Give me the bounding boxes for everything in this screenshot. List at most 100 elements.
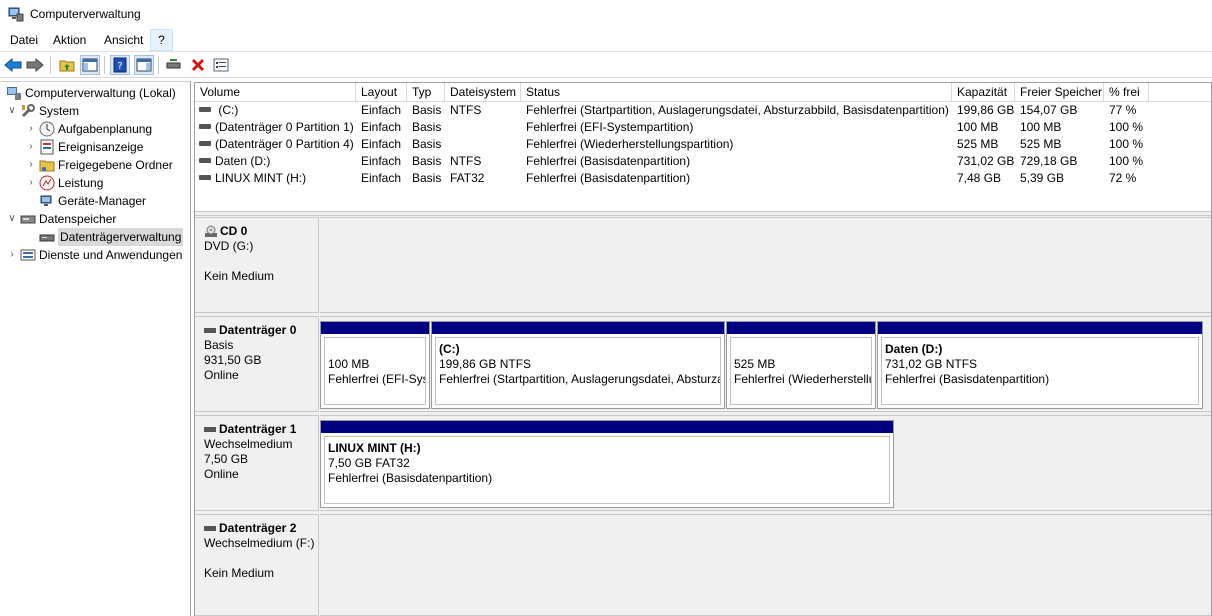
up-folder-icon[interactable]	[57, 55, 77, 75]
svg-text:?: ?	[117, 61, 122, 72]
column-header-typ[interactable]: Typ	[407, 83, 445, 102]
drive-icon	[199, 107, 211, 113]
disk-name: CD 0	[220, 224, 248, 238]
disk-icon	[204, 328, 216, 333]
table-row[interactable]: LINUX MINT (H:) Einfach Basis FAT32 Fehl…	[195, 170, 1211, 187]
chevron-right-icon[interactable]: ›	[25, 174, 37, 192]
tree-item-datenspeicher[interactable]: ∨ Datenspeicher	[6, 210, 116, 228]
table-row[interactable]: (Datenträger 0 Partition 1) Einfach Basi…	[195, 119, 1211, 136]
disk-status: Online	[204, 467, 239, 481]
menu-ansicht[interactable]: Ansicht	[101, 32, 146, 49]
back-icon[interactable]	[3, 55, 23, 75]
table-row[interactable]: (C:) Einfach Basis NTFS Fehlerfrei (Star…	[195, 102, 1211, 119]
toolbar: ?	[0, 52, 1212, 78]
tree-item-datentraegerverwaltung[interactable]: Datenträgerverwaltung	[25, 228, 184, 246]
menu-datei[interactable]: Datei	[7, 32, 41, 49]
disk-label[interactable]: CD 0 DVD (G:) Kein Medium	[195, 217, 319, 313]
table-row[interactable]: (Datenträger 0 Partition 4) Einfach Basi…	[195, 136, 1211, 153]
show-hide-action-pane-icon[interactable]	[134, 55, 154, 75]
forward-icon[interactable]	[25, 55, 45, 75]
column-header-layout[interactable]: Layout	[356, 83, 407, 102]
disk-icon	[204, 526, 216, 531]
disk-icon	[204, 427, 216, 432]
chevron-down-icon[interactable]: ∨	[6, 102, 18, 120]
disk-label[interactable]: Datenträger 1 Wechselmedium 7,50 GB Onli…	[195, 415, 319, 511]
navigation-tree: Computerverwaltung (Lokal) ∨ System › Au…	[0, 81, 191, 616]
column-header-kapazitaet[interactable]: Kapazität	[952, 83, 1015, 102]
tree-label: Computerverwaltung (Lokal)	[25, 86, 176, 100]
chevron-right-icon[interactable]: ›	[6, 246, 18, 264]
disk-label[interactable]: Datenträger 2 Wechselmedium (F:) Kein Me…	[195, 514, 319, 616]
tree-label: Freigegebene Ordner	[58, 158, 173, 172]
event-viewer-icon	[40, 139, 54, 155]
disk-status: Kein Medium	[204, 566, 275, 580]
computer-management-icon	[8, 7, 24, 22]
services-icon	[20, 249, 36, 261]
tree-label: Aufgabenplanung	[58, 122, 153, 136]
clock-icon	[39, 121, 55, 137]
delete-icon[interactable]	[188, 55, 208, 75]
menu-bar: Datei Aktion Ansicht ?	[0, 28, 1212, 52]
tree-item-aufgabenplanung[interactable]: › Aufgabenplanung	[25, 120, 152, 138]
column-header-status[interactable]: Status	[521, 83, 952, 102]
drive-icon	[199, 158, 211, 164]
disk-row-cd0: CD 0 DVD (G:) Kein Medium	[195, 217, 1211, 313]
disk-name: Datenträger 2	[219, 521, 297, 535]
tree-item-root[interactable]: Computerverwaltung (Lokal)	[4, 84, 176, 102]
volume-list: Volume Layout Typ Dateisystem Status Kap…	[195, 83, 1211, 211]
tree-item-ereignisanzeige[interactable]: › Ereignisanzeige	[25, 138, 143, 156]
partition-d[interactable]: Daten (D:) 731,02 GB NTFS Fehlerfrei (Ba…	[877, 321, 1203, 409]
tree-label: Datenträgerverwaltung	[58, 228, 184, 246]
disk-name: Datenträger 1	[219, 422, 297, 436]
properties-icon[interactable]	[211, 55, 231, 75]
tree-item-geraete-manager[interactable]: Geräte-Manager	[37, 192, 146, 210]
tree-item-system[interactable]: ∨ System	[6, 102, 79, 120]
storage-icon	[20, 215, 36, 224]
tree-label: Geräte-Manager	[58, 194, 147, 208]
tree-label: System	[39, 104, 80, 118]
disk-label[interactable]: Datenträger 0 Basis 931,50 GB Online	[195, 316, 319, 412]
column-header-dateisystem[interactable]: Dateisystem	[445, 83, 521, 102]
partition-h[interactable]: LINUX MINT (H:) 7,50 GB FAT32 Fehlerfrei…	[320, 420, 894, 508]
table-row[interactable]: Daten (D:) Einfach Basis NTFS Fehlerfrei…	[195, 153, 1211, 170]
disk-row-2: Datenträger 2 Wechselmedium (F:) Kein Me…	[195, 514, 1211, 616]
connect-drive-icon[interactable]	[164, 55, 184, 75]
tools-icon	[21, 104, 35, 118]
partition-recovery[interactable]: 525 MB Fehlerfrei (Wiederherstellungspar…	[726, 321, 876, 409]
disk-management-icon	[39, 234, 55, 242]
cd-drive-icon	[205, 225, 217, 237]
title-bar: Computerverwaltung	[0, 0, 1212, 28]
drive-icon	[199, 124, 211, 130]
column-header-prozent-frei[interactable]: % frei	[1104, 83, 1149, 102]
chevron-right-icon[interactable]: ›	[25, 120, 37, 138]
disk-name: Datenträger 0	[219, 323, 297, 337]
disk-graph-view: CD 0 DVD (G:) Kein Medium Datenträger 0 …	[195, 216, 1211, 616]
help-icon[interactable]: ?	[110, 55, 130, 75]
tree-item-dienste[interactable]: › Dienste und Anwendungen	[6, 246, 182, 264]
disk-status: Kein Medium	[204, 269, 275, 283]
chevron-right-icon[interactable]: ›	[25, 138, 37, 156]
device-manager-icon	[40, 195, 52, 206]
computer-management-icon	[7, 87, 21, 100]
tree-item-leistung[interactable]: › Leistung	[25, 174, 103, 192]
menu-aktion[interactable]: Aktion	[50, 32, 89, 49]
shared-folder-icon	[39, 160, 55, 172]
chevron-down-icon[interactable]: ∨	[6, 210, 18, 228]
disk-status: Online	[204, 368, 239, 382]
disk-row-0: Datenträger 0 Basis 931,50 GB Online 100…	[195, 316, 1211, 412]
performance-icon	[39, 175, 55, 191]
partition-efi[interactable]: 100 MB Fehlerfrei (EFI-Systempartition)	[320, 321, 430, 409]
drive-icon	[199, 175, 211, 181]
chevron-right-icon[interactable]: ›	[25, 156, 37, 174]
partition-c[interactable]: (C:) 199,86 GB NTFS Fehlerfrei (Startpar…	[431, 321, 725, 409]
disk-type: DVD (G:)	[204, 239, 254, 253]
column-header-volume[interactable]: Volume	[195, 83, 356, 102]
disk-management-pane: Volume Layout Typ Dateisystem Status Kap…	[194, 82, 1212, 616]
column-header-freier-speicher[interactable]: Freier Speicher	[1015, 83, 1104, 102]
tree-label: Dienste und Anwendungen	[39, 248, 183, 262]
tree-label: Leistung	[58, 176, 104, 190]
show-hide-tree-icon[interactable]	[80, 55, 100, 75]
menu-help[interactable]: ?	[150, 29, 173, 51]
tree-label: Ereignisanzeige	[58, 140, 144, 154]
tree-item-freigegebene-ordner[interactable]: › Freigegebene Ordner	[25, 156, 173, 174]
